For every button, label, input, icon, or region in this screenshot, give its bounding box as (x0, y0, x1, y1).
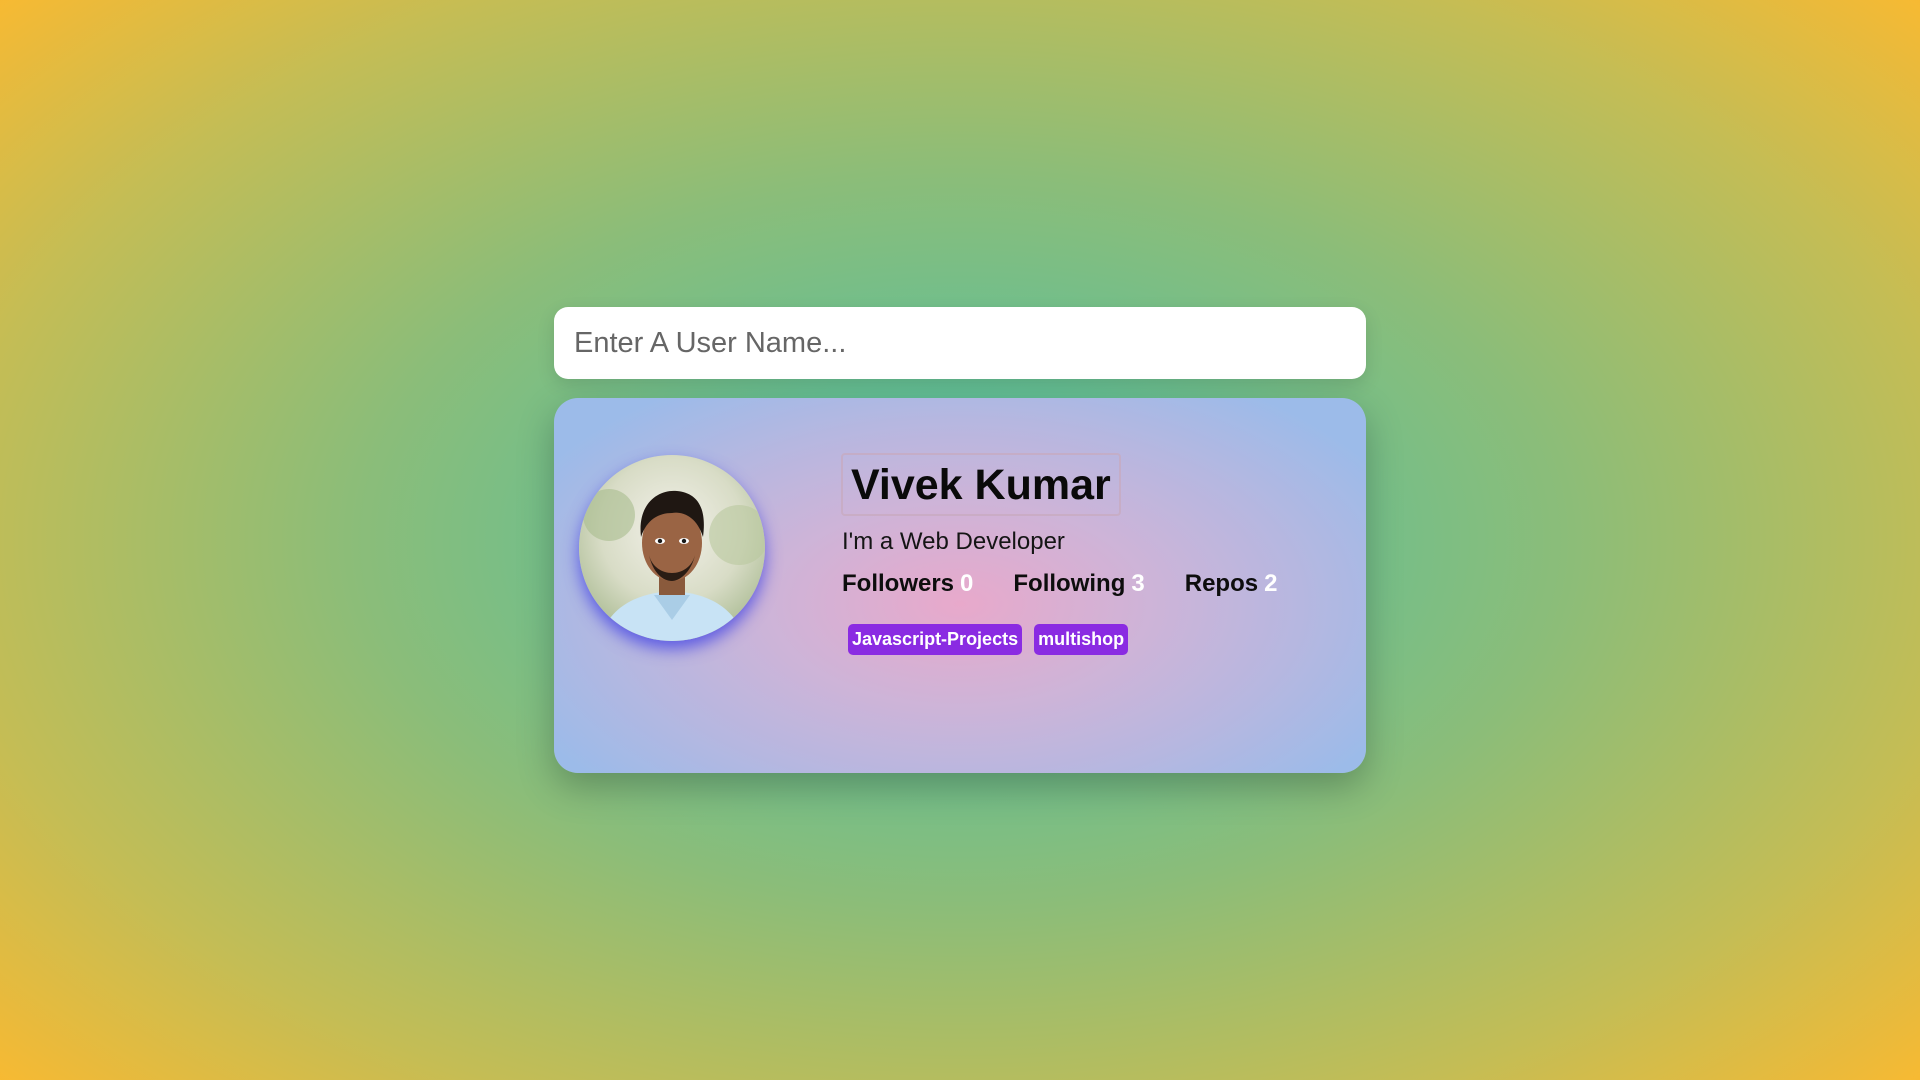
stat-following-value: 3 (1131, 570, 1145, 597)
stat-followers: Followers 0 (842, 570, 973, 598)
name-box: Vivek Kumar (841, 453, 1121, 517)
stat-repos-value: 2 (1264, 570, 1278, 597)
avatar-photo (579, 455, 765, 641)
repo-tag-multishop[interactable]: multishop (1034, 624, 1129, 655)
stat-followers-label: Followers (842, 570, 955, 597)
search-input[interactable] (572, 325, 1348, 361)
repo-tag-javascript-projects[interactable]: Javascript-Projects (848, 624, 1023, 655)
stat-repos: Repos 2 (1185, 570, 1278, 598)
stat-following-label: Following (1013, 570, 1126, 597)
stat-repos-label: Repos (1184, 570, 1259, 597)
search-box[interactable] (554, 307, 1366, 379)
profile-card: Vivek Kumar I'm a Web Developer Follower… (554, 398, 1366, 773)
repo-list: Javascript-Projects multishop (848, 624, 1129, 655)
profile-bio: I'm a Web Developer (842, 528, 1065, 555)
profile-name: Vivek Kumar (851, 461, 1111, 509)
stat-followers-value: 0 (960, 570, 974, 597)
avatar (579, 455, 765, 641)
profile-stats: Followers 0 Following 3 Repos 2 (842, 570, 1277, 598)
stat-following: Following 3 (1013, 570, 1144, 598)
